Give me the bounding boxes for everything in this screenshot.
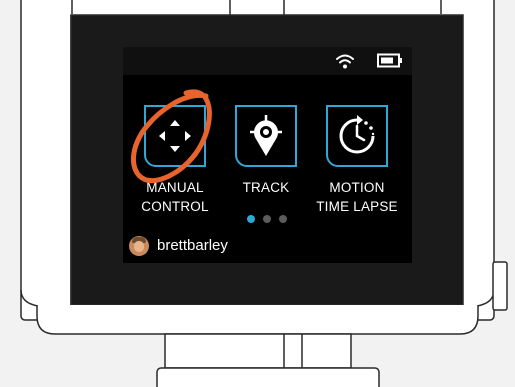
motion-time-lapse-label: MOTION TIME LAPSE	[316, 180, 398, 214]
battery-icon	[377, 53, 402, 68]
avatar	[129, 236, 149, 256]
username: brettbarley	[157, 237, 228, 254]
directional-pad-icon	[159, 120, 191, 152]
track-label: TRACK	[242, 180, 290, 195]
status-bar	[123, 47, 412, 75]
page-dot[interactable]	[279, 215, 287, 223]
manual-control-button[interactable]	[144, 105, 206, 167]
page-dot[interactable]	[263, 215, 271, 223]
wifi-icon	[336, 54, 354, 69]
page-indicator	[245, 214, 295, 224]
manual-control-label: MANUAL CONTROL	[141, 180, 209, 214]
location-pin-icon	[250, 115, 282, 156]
clock-timelapse-icon	[339, 115, 375, 154]
page-dot[interactable]	[247, 215, 255, 223]
track-button[interactable]	[235, 105, 297, 167]
device-screen: MANUAL CONTROL TRACK MOTION TIME LAPSE b…	[123, 47, 412, 263]
motion-time-lapse-button[interactable]	[326, 105, 388, 167]
